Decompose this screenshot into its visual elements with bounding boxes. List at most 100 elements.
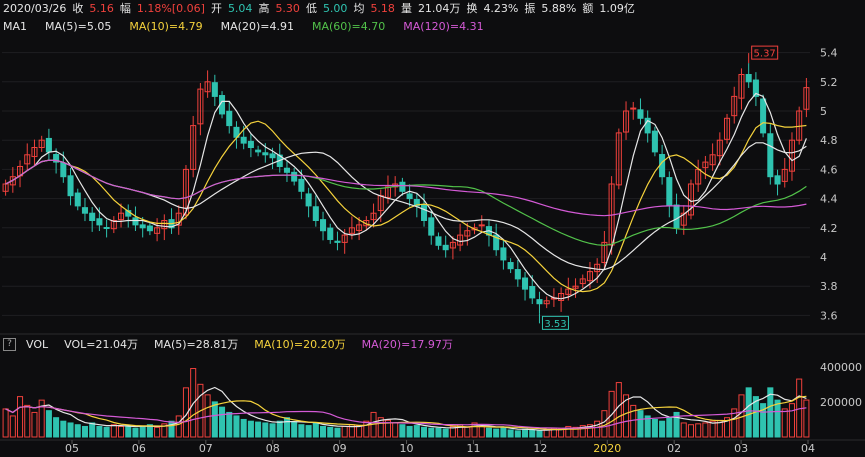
volume-bar <box>363 420 370 438</box>
candle-body <box>103 227 110 230</box>
candle-body <box>269 153 276 159</box>
candle-body <box>760 98 767 134</box>
volume-bar <box>103 426 110 438</box>
x-tick-label: 03 <box>734 442 748 455</box>
candle-body <box>745 74 752 83</box>
volume-bar <box>594 420 601 438</box>
ma120-line <box>5 159 807 217</box>
min-price-label: 3.53 <box>544 319 566 330</box>
price-tick-label: 4 <box>820 251 827 264</box>
candle-body <box>255 149 262 153</box>
volume-bar <box>96 425 103 438</box>
candle-body <box>283 167 290 173</box>
volume-bar <box>233 415 240 438</box>
candle-body <box>406 193 413 200</box>
volume-bar <box>507 429 514 438</box>
candle-body <box>139 224 146 229</box>
volume-bar <box>781 408 788 438</box>
volume-bar <box>240 418 247 438</box>
volume-bar <box>413 425 420 438</box>
candle-body <box>435 236 442 246</box>
candle-body <box>67 175 74 197</box>
candle-body <box>211 82 218 97</box>
volume-bar <box>558 428 565 438</box>
volume-bar <box>392 422 399 438</box>
candle-body <box>226 110 233 127</box>
candle-body <box>630 107 637 110</box>
candle-body <box>507 262 514 270</box>
candle-body <box>651 130 658 153</box>
x-tick-label: 2020 <box>593 442 621 455</box>
candle-body <box>659 154 666 178</box>
candle-body <box>312 206 319 222</box>
x-tick-label: 05 <box>65 442 79 455</box>
volume-bar <box>74 424 81 438</box>
volume-bar <box>226 411 233 438</box>
volume-bar <box>651 418 658 438</box>
candle-body <box>305 193 312 207</box>
volume-bar <box>312 422 319 438</box>
candle-body <box>536 299 543 305</box>
candle-body <box>399 181 406 192</box>
max-price-label: 5.37 <box>754 49 776 60</box>
volume-bar <box>428 427 435 438</box>
volume-bar <box>269 423 276 438</box>
candle-body <box>45 137 52 153</box>
candle-body <box>428 217 435 236</box>
candle-body <box>81 207 88 214</box>
volume-bar <box>60 420 67 438</box>
x-tick-label: 02 <box>667 442 681 455</box>
volume-bar <box>666 417 673 438</box>
volume-bar <box>514 430 521 438</box>
candle-body <box>514 269 521 280</box>
volume-bar <box>9 415 16 438</box>
volume-bar <box>291 421 298 438</box>
candle-body <box>767 133 774 178</box>
volume-bar <box>356 425 363 438</box>
x-tick-label: 10 <box>400 442 414 455</box>
volume-bar <box>615 382 622 438</box>
volume-bar <box>247 420 254 438</box>
stock-chart[interactable]: 5.4 5.2 5 4.8 4.6 4.4 4.2 4 3.8 3.6 400000 200000 05… <box>0 0 865 457</box>
volume-tick-label: 400000 <box>820 361 862 374</box>
candle-body <box>247 140 254 148</box>
volume-bar <box>276 420 283 438</box>
volume-bar <box>442 428 449 438</box>
candle-body <box>478 224 485 227</box>
candle-body <box>327 227 334 240</box>
volume-bar <box>529 429 536 438</box>
x-tick-label: 09 <box>333 442 347 455</box>
volume-bar <box>745 387 752 438</box>
volume-bar <box>399 424 406 438</box>
volume-bar <box>262 422 269 438</box>
candle-body <box>334 240 341 243</box>
candle-body <box>291 171 298 182</box>
candle-body <box>500 247 507 261</box>
price-tick-label: 4.2 <box>820 222 838 235</box>
candle-body <box>240 136 247 144</box>
candle-body <box>529 285 536 299</box>
volume-bar <box>118 425 125 438</box>
volume-bar <box>219 406 226 438</box>
candle-body <box>666 177 673 207</box>
volume-bar <box>320 425 327 438</box>
volume-bar <box>283 417 290 438</box>
x-tick-label: 07 <box>199 442 213 455</box>
volume-bar <box>45 410 52 438</box>
volume-bar <box>500 426 507 438</box>
candle-body <box>522 277 529 290</box>
ma5-line <box>5 92 807 300</box>
candle-body <box>637 109 644 119</box>
volume-bar <box>132 427 139 438</box>
volume-bar <box>17 396 24 438</box>
volume-bar <box>67 422 74 438</box>
x-tick-label: 11 <box>466 442 480 455</box>
price-tick-label: 4.8 <box>820 134 838 147</box>
candle-body <box>774 175 781 185</box>
volume-bar <box>139 425 146 438</box>
candle-body <box>89 212 96 221</box>
x-tick-label: 08 <box>266 442 280 455</box>
volume-bar <box>175 415 182 438</box>
volume-bar <box>110 424 117 438</box>
volume-tick-label: 200000 <box>820 396 862 409</box>
